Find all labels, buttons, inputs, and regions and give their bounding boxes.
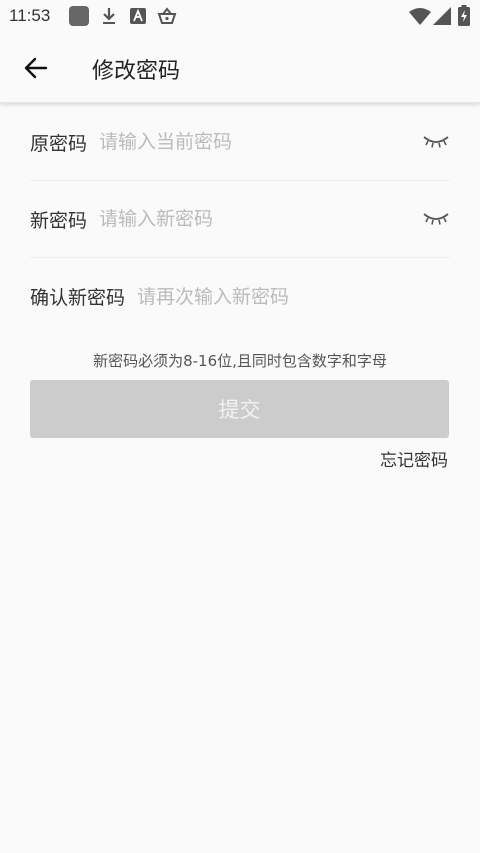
confirm-password-label: 确认新密码 xyxy=(30,287,126,309)
submit-button[interactable]: 提交 xyxy=(30,380,449,438)
font-a-icon xyxy=(130,8,146,24)
basket-icon xyxy=(157,7,177,24)
download-icon xyxy=(103,8,115,24)
new-password-row: 新密码 xyxy=(30,181,450,258)
new-password-label: 新密码 xyxy=(30,209,88,232)
old-password-row: 原密码 xyxy=(30,104,450,181)
arrow-left-icon xyxy=(24,57,48,79)
page-title: 修改密码 xyxy=(92,59,181,84)
status-bar: 11:53 xyxy=(0,0,480,33)
old-password-input[interactable] xyxy=(99,131,450,153)
confirm-password-input[interactable] xyxy=(137,285,450,308)
eye-closed-icon[interactable] xyxy=(422,132,450,150)
wifi-icon xyxy=(409,8,431,25)
app-bar: 修改密码 xyxy=(0,33,480,103)
signal-icon xyxy=(433,7,451,25)
eye-closed-icon[interactable] xyxy=(422,209,450,227)
password-rule-hint: 新密码必须为8-16位,且同时包含数字和字母 xyxy=(93,352,387,370)
forgot-password-link[interactable]: 忘记密码 xyxy=(380,446,448,471)
confirm-password-row: 确认新密码 xyxy=(30,258,450,335)
change-password-form: 原密码 新密码 确认新密码 xyxy=(30,104,450,335)
back-button[interactable] xyxy=(16,50,56,86)
status-time: 11:53 xyxy=(9,6,51,25)
battery-charging-icon xyxy=(458,5,470,26)
old-password-label: 原密码 xyxy=(30,132,88,155)
new-password-input[interactable] xyxy=(99,208,450,230)
app-square-icon xyxy=(69,6,89,26)
